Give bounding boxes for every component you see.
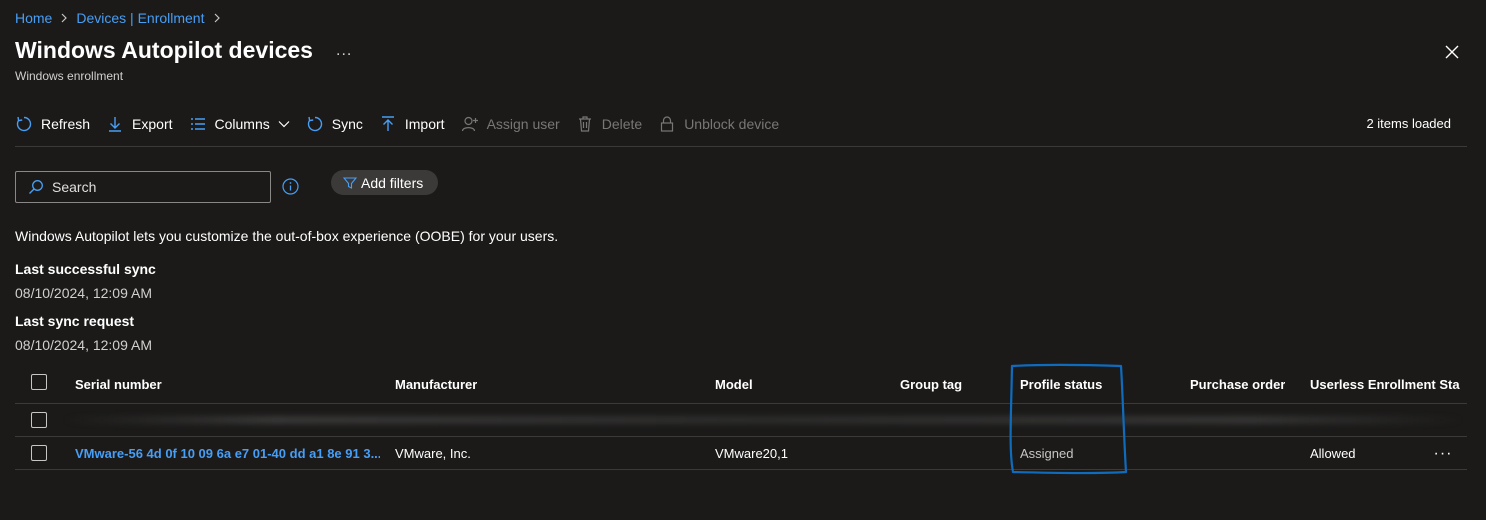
unblock-device-button[interactable]: Unblock device bbox=[658, 108, 779, 140]
last-successful-sync-value: 08/10/2024, 12:09 AM bbox=[15, 285, 152, 301]
person-add-icon bbox=[461, 115, 479, 133]
model-cell: VMware20,1 bbox=[715, 445, 788, 461]
redacted-row-content bbox=[63, 416, 1463, 424]
row-checkbox[interactable] bbox=[31, 445, 47, 461]
last-successful-sync-label: Last successful sync bbox=[15, 261, 156, 277]
profile-status-cell: Assigned bbox=[1020, 445, 1074, 461]
chevron-right-icon bbox=[213, 13, 221, 23]
delete-button[interactable]: Delete bbox=[576, 108, 642, 140]
last-sync-request-label: Last sync request bbox=[15, 313, 135, 329]
add-filters-button[interactable]: Add filters bbox=[331, 170, 439, 195]
table-row[interactable] bbox=[15, 404, 1467, 437]
intro-description: Windows Autopilot lets you customize the… bbox=[15, 228, 559, 244]
info-icon[interactable] bbox=[282, 178, 299, 195]
import-label: Import bbox=[404, 116, 445, 132]
sync-button[interactable]: Sync bbox=[306, 108, 363, 140]
row-more-options-icon[interactable]: ··· bbox=[1433, 444, 1453, 464]
column-header-group-tag[interactable]: Group tag bbox=[900, 366, 962, 403]
refresh-button[interactable]: Refresh bbox=[15, 108, 90, 140]
serial-number-link[interactable]: VMware-56 4d 0f 10 09 6a e7 01-40 dd a1 … bbox=[75, 446, 380, 461]
more-options-icon[interactable]: ... bbox=[336, 42, 352, 60]
items-loaded-status: 2 items loaded bbox=[1366, 116, 1451, 131]
upload-icon bbox=[379, 115, 397, 133]
export-button[interactable]: Export bbox=[106, 108, 173, 140]
import-button[interactable]: Import bbox=[379, 108, 445, 140]
column-header-purchase-order[interactable]: Purchase order bbox=[1190, 366, 1285, 403]
column-header-profile-status[interactable]: Profile status bbox=[1020, 366, 1102, 403]
table-header-row: Serial number Manufacturer Model Group t… bbox=[15, 366, 1467, 404]
search-box[interactable] bbox=[15, 171, 271, 203]
breadcrumb: Home Devices | Enrollment bbox=[15, 10, 229, 26]
select-all-checkbox[interactable] bbox=[31, 374, 47, 390]
columns-button[interactable]: Columns bbox=[189, 108, 290, 140]
sync-icon bbox=[306, 115, 324, 133]
search-icon bbox=[28, 179, 44, 195]
download-icon bbox=[106, 115, 124, 133]
filter-icon bbox=[343, 176, 357, 190]
columns-label: Columns bbox=[214, 116, 270, 132]
assign-user-label: Assign user bbox=[486, 116, 560, 132]
export-label: Export bbox=[132, 116, 173, 132]
row-checkbox[interactable] bbox=[31, 412, 47, 428]
column-header-userless-enrollment-status[interactable]: Userless Enrollment Sta... bbox=[1310, 366, 1460, 403]
breadcrumb-devices-enrollment[interactable]: Devices | Enrollment bbox=[76, 10, 204, 26]
sync-label: Sync bbox=[331, 116, 363, 132]
devices-table: Serial number Manufacturer Model Group t… bbox=[15, 366, 1467, 470]
chevron-right-icon bbox=[60, 13, 68, 23]
userless-enrollment-status-cell: Allowed bbox=[1310, 445, 1356, 461]
lock-icon bbox=[658, 115, 676, 133]
page-subtitle: Windows enrollment bbox=[15, 69, 124, 83]
search-input[interactable] bbox=[52, 179, 252, 195]
trash-icon bbox=[576, 115, 594, 133]
unblock-device-label: Unblock device bbox=[684, 116, 780, 132]
breadcrumb-home[interactable]: Home bbox=[15, 10, 52, 26]
refresh-label: Refresh bbox=[41, 116, 91, 132]
refresh-icon bbox=[15, 115, 33, 133]
column-header-serial-number[interactable]: Serial number bbox=[75, 366, 162, 403]
page-title: Windows Autopilot devices bbox=[15, 37, 313, 63]
add-filters-label: Add filters bbox=[361, 174, 424, 191]
column-header-manufacturer[interactable]: Manufacturer bbox=[395, 366, 477, 403]
delete-label: Delete bbox=[601, 116, 643, 132]
last-sync-request-value: 08/10/2024, 12:09 AM bbox=[15, 337, 152, 353]
column-header-model[interactable]: Model bbox=[715, 366, 753, 403]
columns-list-icon bbox=[189, 115, 207, 133]
close-icon[interactable] bbox=[1442, 42, 1462, 62]
manufacturer-cell: VMware, Inc. bbox=[395, 445, 471, 461]
table-row[interactable]: VMware-56 4d 0f 10 09 6a e7 01-40 dd a1 … bbox=[15, 437, 1467, 470]
toolbar-divider bbox=[15, 146, 1467, 147]
chevron-down-icon bbox=[278, 120, 290, 128]
command-bar: Refresh Export Columns Sync Import Assig… bbox=[15, 108, 1465, 140]
assign-user-button[interactable]: Assign user bbox=[461, 108, 560, 140]
